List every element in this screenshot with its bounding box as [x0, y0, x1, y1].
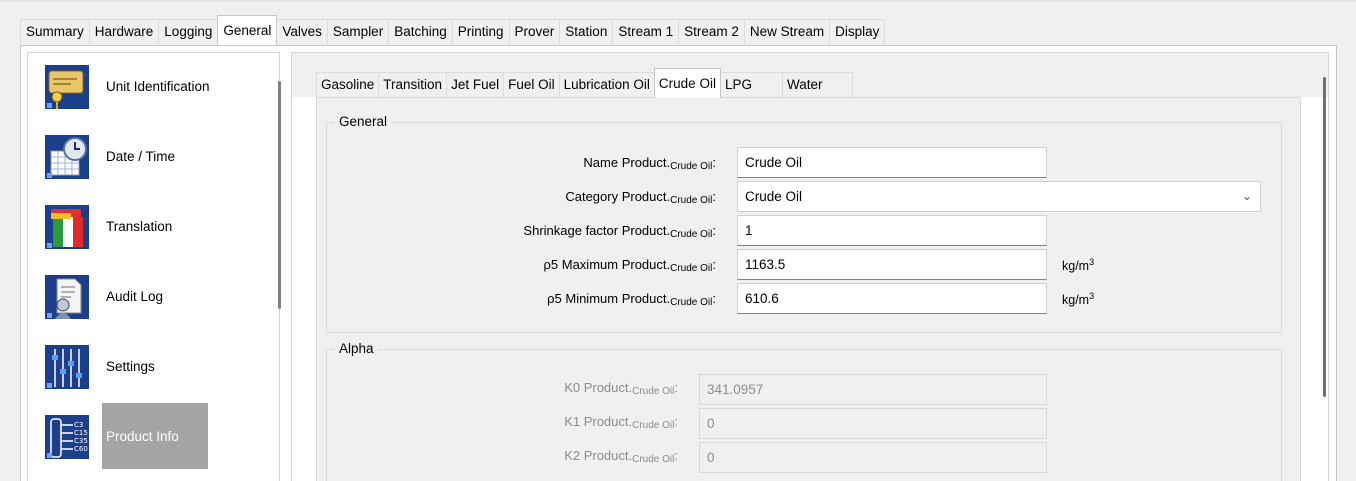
tab-general[interactable]: General — [217, 15, 278, 45]
tab-water[interactable]: Water — [781, 72, 854, 98]
nav-item-audit-log[interactable]: Audit Log — [37, 267, 267, 327]
category-list-scrollbar[interactable] — [278, 81, 281, 309]
nav-label-settings: Settings — [106, 359, 155, 374]
tab-valves[interactable]: Valves — [276, 19, 328, 45]
nav-label-product-info: Product Info — [106, 429, 179, 444]
nav-label-date-time: Date / Time — [106, 149, 176, 164]
nav-item-unit-identification[interactable]: Unit Identification — [37, 57, 267, 117]
k1-product-label: K1 Product.Crude Oil: — [564, 414, 678, 431]
k2-product-field: 0 — [699, 442, 1047, 473]
tab-printing[interactable]: Printing — [451, 19, 510, 45]
tab-display[interactable]: Display — [829, 19, 886, 45]
category-product-label: Category Product.Crude Oil: — [565, 189, 716, 206]
date-time-icon — [45, 135, 89, 179]
crude-oil-tab-page: General Name Product.Crude Oil: Crude Oi… — [316, 97, 1301, 481]
product-info-icon: C3 C15 C35 C60 — [45, 415, 89, 459]
alpha-group: Alpha K0 Product.Crude Oil: 341.0957 K1 … — [326, 341, 1282, 481]
product-panel-scrollbar[interactable] — [1323, 77, 1326, 397]
tab-lubrication-oil[interactable]: Lubrication Oil — [558, 72, 655, 98]
translation-icon — [45, 205, 89, 249]
name-product-field[interactable]: Crude Oil — [737, 147, 1047, 178]
product-tab-bar: Gasoline Transition Jet Fuel Fuel Oil Lu… — [316, 68, 854, 98]
tab-stream-2[interactable]: Stream 2 — [678, 19, 745, 45]
nav-item-translation[interactable]: Translation — [37, 197, 267, 257]
rho5-minimum-label: ρ5 Minimum Product.Crude Oil: — [547, 291, 716, 308]
general-tab-page: Unit Identification Date / Time Translat… — [20, 45, 1337, 481]
product-panel: Gasoline Transition Jet Fuel Fuel Oil Lu… — [291, 52, 1329, 481]
k1-product-field: 0 — [699, 408, 1047, 439]
category-product-select[interactable]: Crude Oil ⌄ — [737, 181, 1261, 212]
tab-gasoline[interactable]: Gasoline — [316, 72, 380, 98]
unit-identification-icon — [45, 65, 89, 109]
svg-text:C3: C3 — [74, 421, 83, 429]
svg-text:C35: C35 — [74, 437, 88, 445]
tab-logging[interactable]: Logging — [158, 19, 219, 45]
tab-batching[interactable]: Batching — [388, 19, 453, 45]
general-group-title: General — [335, 114, 392, 129]
alpha-group-title: Alpha — [335, 341, 378, 356]
main-tab-bar: Summary Hardware Logging General Valves … — [20, 15, 886, 45]
tab-sampler[interactable]: Sampler — [326, 19, 390, 45]
shrinkage-factor-label: Shrinkage factor Product.Crude Oil: — [523, 223, 716, 240]
category-list: Unit Identification Date / Time Translat… — [27, 52, 281, 481]
nav-label-translation: Translation — [106, 219, 173, 234]
shrinkage-factor-field[interactable]: 1 — [737, 215, 1047, 246]
general-group: General Name Product.Crude Oil: Crude Oi… — [326, 114, 1282, 333]
audit-log-icon — [45, 275, 89, 319]
tab-fuel-oil[interactable]: Fuel Oil — [503, 72, 560, 98]
rho5-maximum-field[interactable]: 1163.5 — [737, 249, 1047, 280]
rho5-maximum-label: ρ5 Maximum Product.Crude Oil: — [543, 257, 716, 274]
tab-transition[interactable]: Transition — [378, 72, 448, 98]
k2-product-label: K2 Product.Crude Oil: — [564, 448, 678, 465]
nav-item-settings[interactable]: Settings — [37, 337, 267, 397]
chevron-down-icon: ⌄ — [1241, 189, 1252, 203]
settings-icon — [45, 345, 89, 389]
tab-lpg[interactable]: LPG — [719, 72, 783, 98]
tab-crude-oil[interactable]: Crude Oil — [653, 68, 721, 98]
rho5-maximum-unit: kg/m3 — [1062, 257, 1095, 274]
nav-item-date-time[interactable]: Date / Time — [37, 127, 267, 187]
nav-label-unit-identification: Unit Identification — [106, 79, 210, 94]
rho5-minimum-unit: kg/m3 — [1062, 291, 1095, 308]
tab-summary[interactable]: Summary — [20, 19, 90, 45]
nav-item-product-info[interactable]: C3 C15 C35 C60 Product Info — [37, 403, 267, 469]
svg-text:C60: C60 — [74, 445, 88, 453]
svg-text:C15: C15 — [74, 429, 88, 437]
k0-product-field: 341.0957 — [699, 374, 1047, 405]
window-top-border — [0, 0, 1356, 2]
tab-jet-fuel[interactable]: Jet Fuel — [446, 72, 505, 98]
k0-product-label: K0 Product.Crude Oil: — [564, 380, 678, 397]
tab-hardware[interactable]: Hardware — [88, 19, 160, 45]
rho5-minimum-field[interactable]: 610.6 — [737, 283, 1047, 314]
category-product-value: Crude Oil — [745, 189, 803, 204]
tab-prover[interactable]: Prover — [508, 19, 561, 45]
nav-label-audit-log: Audit Log — [106, 289, 164, 304]
name-product-label: Name Product.Crude Oil: — [583, 155, 716, 172]
tab-stream-1[interactable]: Stream 1 — [612, 19, 680, 45]
tab-new-stream[interactable]: New Stream — [743, 19, 831, 45]
tab-station[interactable]: Station — [559, 19, 614, 45]
